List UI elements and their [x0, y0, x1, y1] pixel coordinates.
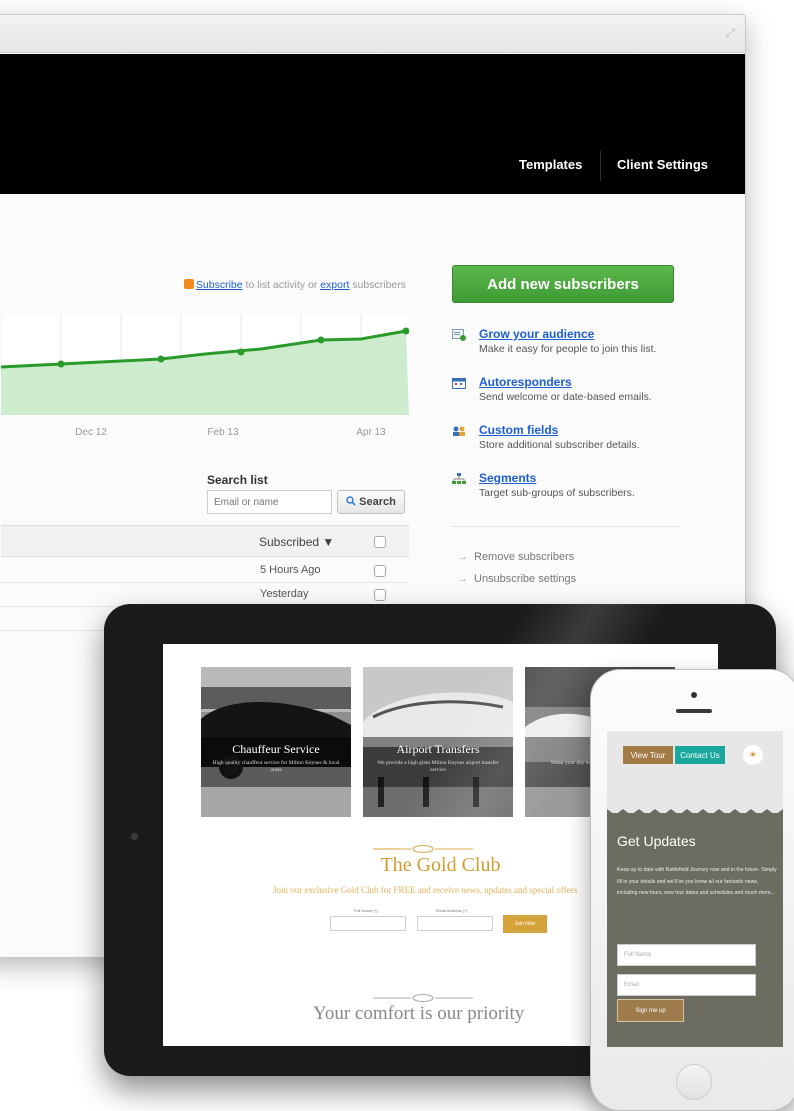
gold-ornament: [373, 845, 473, 853]
chart-svg: Dec 12 Feb 13 Apr 13: [1, 315, 409, 438]
phone-camera: [691, 692, 697, 698]
tile-desc: High quality chauffeur service for Milto…: [212, 760, 340, 773]
phone-header: View Tour Contact Us ✶: [607, 731, 783, 813]
email-address-label: Email Address (*): [436, 908, 467, 913]
custom-fields-desc: Store additional subscriber details.: [479, 439, 640, 451]
calendar-icon: [452, 378, 466, 389]
row-checkbox[interactable]: [374, 565, 386, 577]
table-row[interactable]: 5 Hours Ago: [1, 559, 409, 583]
chart-point[interactable]: [317, 336, 325, 344]
get-updates-heading: Get Updates: [617, 833, 696, 849]
search-label: Search list: [207, 473, 268, 487]
remove-subscribers-label: Remove subscribers: [474, 551, 575, 563]
view-tour-button[interactable]: View Tour: [623, 746, 673, 764]
x-tick-label: Feb 13: [207, 427, 239, 438]
segments-desc: Target sub-groups of subscribers.: [479, 487, 635, 499]
row-checkbox[interactable]: [374, 589, 386, 601]
audience-icon: [452, 329, 466, 341]
magnifier-icon: [346, 495, 356, 509]
grey-ornament: [373, 994, 473, 1002]
subscribed-column-header[interactable]: Subscribed ▼: [259, 535, 334, 549]
tile-chauffeur-service[interactable]: Chauffeur Service High quality chauffeur…: [201, 667, 351, 817]
custom-fields-icon: [453, 426, 465, 436]
top-navigation: Templates Client Settings: [0, 54, 745, 194]
add-new-subscribers-button[interactable]: Add new subscribers: [452, 265, 674, 303]
soldier-icon[interactable]: ✶: [743, 745, 763, 765]
export-link[interactable]: export: [320, 279, 349, 291]
subscribed-date: 5 Hours Ago: [260, 564, 321, 576]
join-now-button[interactable]: Join Now: [503, 915, 547, 933]
nav-templates[interactable]: Templates: [519, 157, 582, 172]
unsubscribe-settings-label: Unsubscribe settings: [474, 573, 577, 585]
subscribed-date: Yesterday: [260, 588, 309, 600]
email-address-input[interactable]: [417, 916, 493, 931]
subscriber-growth-chart: Dec 12 Feb 13 Apr 13: [1, 315, 409, 443]
tile-caption: Chauffeur Service High quality chauffeur…: [201, 737, 351, 787]
tile-airport-transfers[interactable]: Airport Transfers We provide a high glam…: [363, 667, 513, 817]
tile-title: Airport Transfers: [396, 742, 480, 756]
tile-desc: We provide a high glam Milton Keynes air…: [377, 760, 499, 773]
nav-client-settings[interactable]: Client Settings: [617, 157, 708, 172]
full-name-label: Full Name (*): [354, 908, 378, 913]
select-all-checkbox[interactable]: [374, 536, 386, 548]
rss-icon: [183, 279, 194, 289]
home-button[interactable]: [676, 1064, 712, 1100]
phone-email-input[interactable]: Email: [617, 974, 756, 996]
autoresponders-link[interactable]: Autoresponders: [479, 375, 572, 389]
x-tick-label: Dec 12: [75, 427, 107, 438]
custom-fields-link[interactable]: Custom fields: [479, 423, 558, 437]
torn-edge: [607, 809, 783, 817]
nav-divider: [600, 151, 601, 181]
phone-website: View Tour Contact Us ✶ Get Updates Keep …: [607, 731, 783, 1047]
grow-audience-desc: Make it easy for people to join this lis…: [479, 343, 657, 355]
arrow-right-icon: →: [457, 573, 468, 585]
phone-speaker: [676, 709, 712, 713]
subscribe-text: to list activity or: [242, 279, 321, 291]
full-name-input[interactable]: [330, 916, 406, 931]
search-input[interactable]: [207, 490, 332, 514]
phone-device: View Tour Contact Us ✶ Get Updates Keep …: [590, 669, 794, 1111]
expand-icon[interactable]: ⤢: [725, 26, 735, 41]
chart-point[interactable]: [237, 348, 245, 356]
sign-me-up-button[interactable]: Sign me up: [617, 999, 684, 1022]
segments-icon: [452, 473, 466, 484]
tile-title: Chauffeur Service: [232, 742, 320, 756]
unsubscribe-settings-link[interactable]: → Unsubscribe settings: [457, 573, 576, 585]
search-button[interactable]: Search: [337, 490, 405, 514]
window-titlebar: ⤢: [0, 15, 745, 53]
segments-link[interactable]: Segments: [479, 471, 536, 485]
sidebar-divider: [452, 526, 680, 527]
x-tick-label: Apr 13: [356, 427, 386, 438]
get-updates-text: Keep up to date with Battlefield Journey…: [617, 867, 777, 897]
contact-us-button[interactable]: Contact Us: [675, 746, 725, 764]
subscribe-text-end: subscribers: [349, 279, 406, 291]
subscribe-link[interactable]: Subscribe: [196, 279, 243, 291]
tile-caption: Airport Transfers We provide a high glam…: [363, 737, 513, 787]
arrow-right-icon: →: [457, 551, 468, 563]
search-button-label: Search: [359, 496, 396, 508]
subscribe-line: Subscribe to list activity or export sub…: [161, 279, 406, 291]
chart-point[interactable]: [57, 360, 65, 368]
phone-full-name-input[interactable]: Full Name: [617, 944, 756, 966]
subscriber-table-header: Subscribed ▼: [1, 525, 409, 557]
remove-subscribers-link[interactable]: → Remove subscribers: [457, 551, 574, 563]
grow-audience-link[interactable]: Grow your audience: [479, 327, 594, 341]
composite-screenshot: ⤢ Templates Client Settings Subscribe to…: [0, 0, 794, 1111]
tablet-camera: [131, 833, 138, 840]
chart-point[interactable]: [157, 355, 165, 363]
autoresponders-desc: Send welcome or date-based emails.: [479, 391, 652, 403]
